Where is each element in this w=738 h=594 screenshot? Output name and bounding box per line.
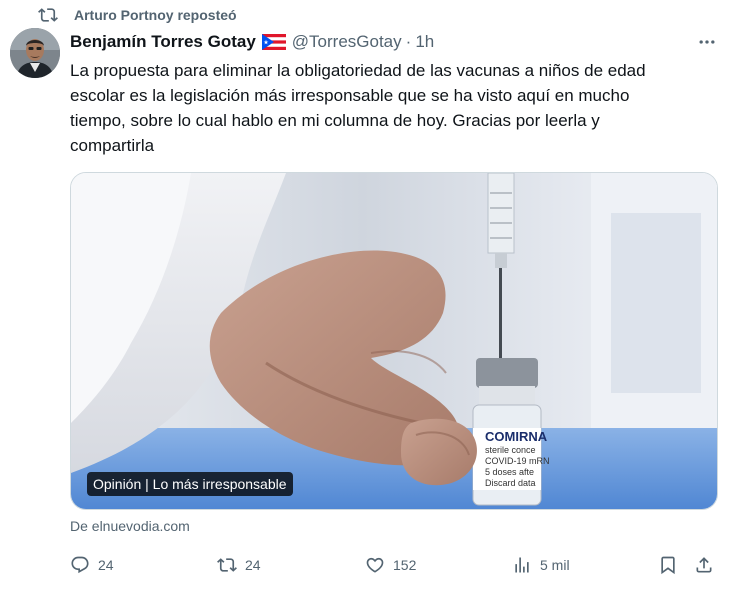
repost-button[interactable]: 24 [217,552,261,578]
like-button[interactable]: 152 [365,552,416,578]
more-options-button[interactable] [694,32,720,52]
avatar-image [10,28,60,78]
repost-icon [38,8,58,22]
card-source[interactable]: De elnuevodia.com [70,518,190,534]
vial-label-line-4: 5 doses afte [485,467,534,477]
reply-count: 24 [98,557,114,573]
vial-label-line-5: Discard data [485,478,536,488]
tweet-text: La propuesta para eliminar la obligatori… [70,61,646,155]
author-handle[interactable]: @TorresGotay [292,32,402,52]
reply-button[interactable]: 24 [70,552,114,578]
link-card[interactable]: COMIRNA sterile conce COVID-19 mRN 5 dos… [70,172,718,510]
vial-label-line-1: COMIRNA [485,429,548,444]
tweet-header: Benjamín Torres Gotay @TorresGotay · 1h [70,30,720,54]
share-button[interactable] [694,552,722,578]
author-name[interactable]: Benjamín Torres Gotay [70,32,256,52]
tweet-time[interactable]: 1h [415,32,434,52]
more-icon [699,40,715,44]
vial-label-line-3: COVID-19 mRN [485,456,550,466]
card-image: COMIRNA sterile conce COVID-19 mRN 5 dos… [71,173,717,509]
bookmark-button[interactable] [658,552,686,578]
card-label: Opinión | Lo más irresponsable [87,472,293,496]
repost-count: 24 [245,557,261,573]
puerto-rico-flag-icon [261,34,286,50]
reply-icon [71,556,89,574]
bookmark-icon [661,556,675,575]
repost-banner-text: Arturo Portnoy reposteó [74,7,237,23]
action-bar: 24 24 152 5 mil [70,552,720,578]
avatar[interactable] [10,28,60,78]
repost-icon [217,558,237,572]
like-count: 152 [393,557,417,573]
share-icon [696,557,712,573]
views-count: 5 mil [540,557,570,573]
views-icon [515,557,529,573]
views-button[interactable]: 5 mil [512,552,570,578]
header-separator: · [405,32,412,51]
heart-icon [366,557,384,573]
repost-banner[interactable]: Arturo Portnoy reposteó [38,4,237,26]
vial-label-line-2: sterile conce [485,445,536,455]
